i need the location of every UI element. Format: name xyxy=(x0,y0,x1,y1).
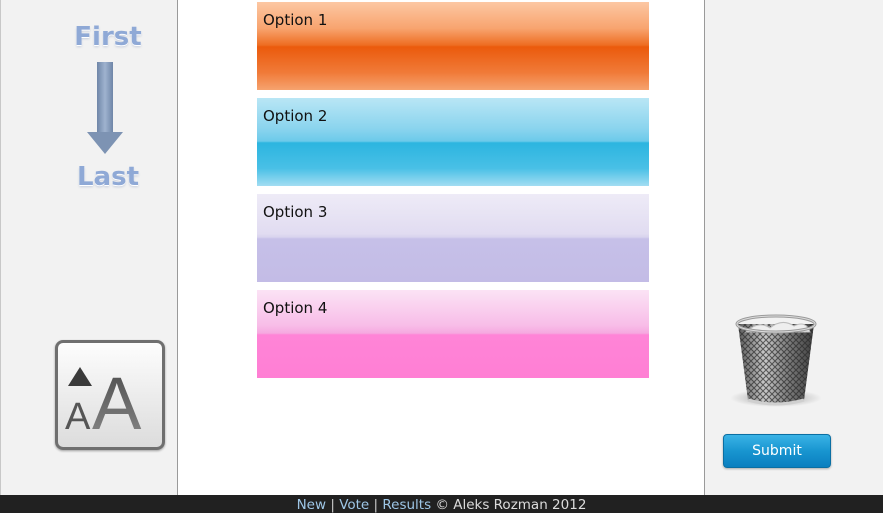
footer: New | Vote | Results © Aleks Rozman 2012 xyxy=(0,495,883,513)
footer-link-new[interactable]: New xyxy=(297,497,326,513)
footer-copyright: © Aleks Rozman 2012 xyxy=(435,497,587,513)
option-item[interactable]: Option 3 xyxy=(257,194,649,282)
footer-separator: | xyxy=(330,497,335,513)
order-hint: First Last xyxy=(63,20,153,200)
footer-link-results[interactable]: Results xyxy=(382,497,431,513)
left-sidebar: First Last A A xyxy=(0,0,178,495)
right-sidebar xyxy=(704,0,883,495)
trash-bin-icon[interactable] xyxy=(724,310,834,410)
submit-button[interactable]: Submit xyxy=(723,434,831,468)
down-arrow-icon xyxy=(87,62,123,154)
option-label: Option 1 xyxy=(263,11,328,29)
option-label: Option 4 xyxy=(263,299,328,317)
font-size-icon: A A xyxy=(65,362,142,445)
option-list: Option 1 Option 2 Option 3 Option 4 xyxy=(257,2,649,386)
svg-text:A: A xyxy=(92,362,142,445)
footer-separator: | xyxy=(373,497,379,513)
first-label: First xyxy=(74,22,142,52)
svg-text:A: A xyxy=(65,396,91,438)
font-size-button[interactable]: A A xyxy=(55,340,165,450)
option-label: Option 2 xyxy=(263,107,328,125)
last-label: Last xyxy=(76,162,140,192)
footer-link-vote[interactable]: Vote xyxy=(339,497,369,513)
option-item[interactable]: Option 1 xyxy=(257,2,649,90)
option-item[interactable]: Option 2 xyxy=(257,98,649,186)
option-label: Option 3 xyxy=(263,203,328,221)
option-item[interactable]: Option 4 xyxy=(257,290,649,378)
